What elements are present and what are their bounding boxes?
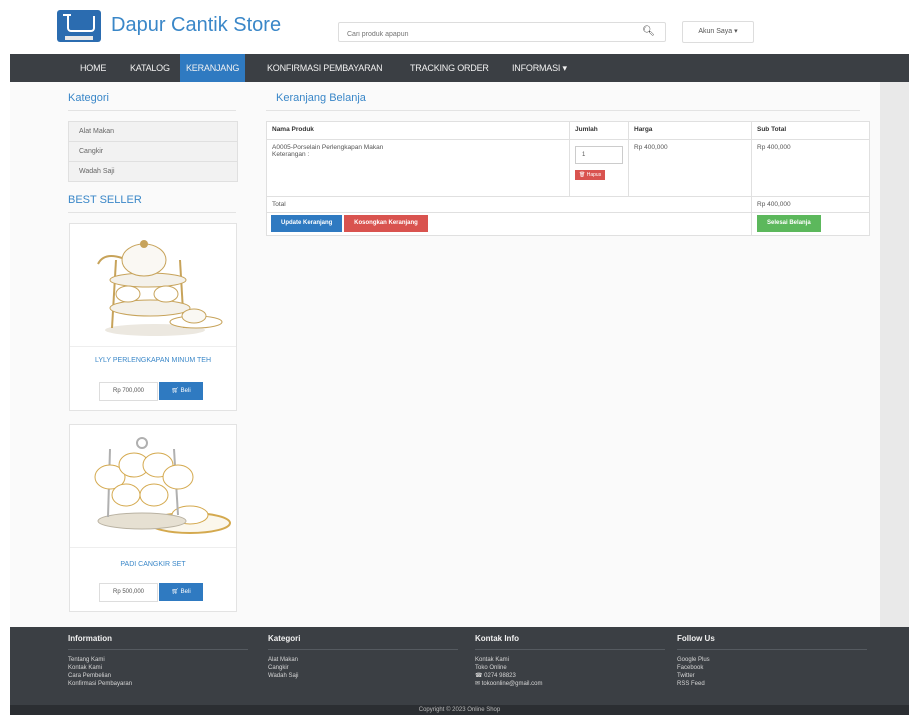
teapot-set-image xyxy=(97,240,223,336)
nav-informasi[interactable]: INFORMASI ▾ xyxy=(512,54,567,82)
footer-link[interactable]: Kontak Kami xyxy=(68,664,248,672)
footer-link[interactable]: Google Plus xyxy=(677,656,867,664)
footer-link[interactable]: Facebook xyxy=(677,664,867,672)
brand-name[interactable]: Dapur Cantik Store xyxy=(111,14,281,37)
buy-button[interactable]: 🛒︎ Beli xyxy=(159,583,203,601)
footer-heading: Information xyxy=(68,634,112,643)
header: Dapur Cantik Store 🔍︎ Akun Saya ▾ xyxy=(0,0,909,54)
price-cell: Rp 400,000 xyxy=(628,139,752,197)
subtotal-cell: Rp 400,000 xyxy=(751,139,870,197)
category-item[interactable]: Cangkir xyxy=(69,142,237,162)
nav-keranjang[interactable]: KERANJANG xyxy=(180,54,246,82)
footer-link[interactable]: Twitter xyxy=(677,672,867,680)
footer-email[interactable]: ✉ tokoonline@gmail.com xyxy=(475,680,665,688)
bestseller-product: LYLY PERLENGKAPAN MINUM TEH Rp 700,000 🛒︎… xyxy=(69,223,237,411)
nav-home[interactable]: HOME xyxy=(80,54,106,82)
product-image[interactable] xyxy=(70,425,236,548)
copyright: Copyright © 2023 Online Shop xyxy=(10,705,909,715)
update-cart-button[interactable]: Update Keranjang xyxy=(271,215,343,232)
footer-link[interactable]: Wadah Saji xyxy=(268,672,458,680)
footer-column-information: Information Tentang Kami Kontak Kami Car… xyxy=(68,634,248,688)
product-name[interactable]: LYLY PERLENGKAPAN MINUM TEH xyxy=(70,356,236,365)
store-logo[interactable] xyxy=(57,10,101,42)
cart-table: Nama Produk Jumlah Harga Sub Total A0005… xyxy=(266,121,870,236)
footer-link[interactable]: Tentang Kami xyxy=(68,656,248,664)
total-label: Total xyxy=(266,196,752,213)
table-row: A0005-Porselain Perlengkapan Makan Keter… xyxy=(266,139,870,197)
footer-link[interactable]: Konfirmasi Pembayaran xyxy=(68,680,248,688)
account-dropdown[interactable]: Akun Saya ▾ xyxy=(682,21,754,43)
cup-set-image xyxy=(94,437,231,534)
footer-link[interactable]: Cara Pembelian xyxy=(68,672,248,680)
nav-katalog[interactable]: KATALOG xyxy=(130,54,170,82)
search-icon[interactable]: 🔍︎ xyxy=(642,26,655,37)
price-row: Rp 500,000 🛒︎ Beli xyxy=(99,583,203,602)
buy-button[interactable]: 🛒︎ Beli xyxy=(159,382,203,400)
column-header: Harga xyxy=(628,121,752,140)
cart-icon xyxy=(63,14,95,32)
main-nav: HOME KATALOG KERANJANG KONFIRMASI PEMBAY… xyxy=(10,54,909,82)
cart-icon: 🛒︎ xyxy=(171,388,181,394)
total-value: Rp 400,000 xyxy=(751,196,870,213)
price-row: Rp 700,000 🛒︎ Beli xyxy=(99,382,203,401)
footer-column-follow: Follow Us Google Plus Facebook Twitter R… xyxy=(677,634,867,688)
column-header: Nama Produk xyxy=(266,121,570,140)
nav-konfirmasi-pembayaran[interactable]: KONFIRMASI PEMBAYARAN xyxy=(267,54,383,82)
footer-heading: Kontak Info xyxy=(475,634,519,643)
product-price: Rp 700,000 xyxy=(99,382,158,401)
phone-icon: ☎ xyxy=(475,673,485,679)
bestseller-product: PADI CANGKIR SET Rp 500,000 🛒︎ Beli xyxy=(69,424,237,612)
remove-item-button[interactable]: 🗑︎ Hapus xyxy=(575,170,606,180)
nav-tracking-order[interactable]: TRACKING ORDER xyxy=(410,54,489,82)
footer: Information Tentang Kami Kontak Kami Car… xyxy=(10,627,909,705)
product-image[interactable] xyxy=(70,224,236,347)
product-cell: A0005-Porselain Perlengkapan Makan Keter… xyxy=(266,139,570,197)
empty-cart-button[interactable]: Kosongkan Keranjang xyxy=(344,215,428,232)
footer-link[interactable]: Cangkir xyxy=(268,664,458,672)
search-bar: 🔍︎ xyxy=(338,22,666,43)
page-title: Keranjang Belanja xyxy=(276,92,366,104)
category-list: Alat Makan Cangkir Wadah Saji xyxy=(68,121,238,182)
footer-link[interactable]: RSS Feed xyxy=(677,680,867,688)
checkout-button[interactable]: Selesai Belanja xyxy=(757,215,821,232)
column-header: Jumlah xyxy=(569,121,629,140)
product-name[interactable]: PADI CANGKIR SET xyxy=(70,560,236,569)
quantity-cell: 1 🗑︎ Hapus xyxy=(569,139,629,197)
footer-text: Toko Online xyxy=(475,665,507,671)
category-title: Kategori xyxy=(68,92,109,104)
footer-phone: ☎ 0274 98823 xyxy=(475,673,516,679)
total-row: Total Rp 400,000 xyxy=(266,196,870,213)
cart-product-name: A0005-Porselain Perlengkapan Makan xyxy=(272,144,384,151)
footer-heading: Follow Us xyxy=(677,634,715,643)
product-price: Rp 500,000 xyxy=(99,583,158,602)
trash-icon: 🗑︎ xyxy=(579,172,587,178)
footer-column-kategori: Kategori Alat Makan Cangkir Wadah Saji xyxy=(268,634,458,680)
footer-link[interactable]: Alat Makan xyxy=(268,656,458,664)
bestseller-title: BEST SELLER xyxy=(68,194,142,206)
footer-link[interactable]: Kontak Kami xyxy=(475,656,665,664)
category-item[interactable]: Wadah Saji xyxy=(69,162,237,181)
category-item[interactable]: Alat Makan xyxy=(69,122,237,142)
cart-icon: 🛒︎ xyxy=(171,589,181,595)
table-header-row: Nama Produk Jumlah Harga Sub Total xyxy=(266,121,870,140)
footer-column-kontak: Kontak Info Kontak Kami Toko Online ☎ 02… xyxy=(475,634,665,688)
cart-product-note: Keterangan : xyxy=(272,151,310,158)
actions-row: Update Keranjang Kosongkan Keranjang Sel… xyxy=(266,212,870,236)
column-header: Sub Total xyxy=(751,121,870,140)
footer-heading: Kategori xyxy=(268,634,301,643)
quantity-input[interactable]: 1 xyxy=(575,146,623,164)
envelope-icon: ✉ xyxy=(475,681,482,687)
search-input[interactable] xyxy=(339,26,637,43)
